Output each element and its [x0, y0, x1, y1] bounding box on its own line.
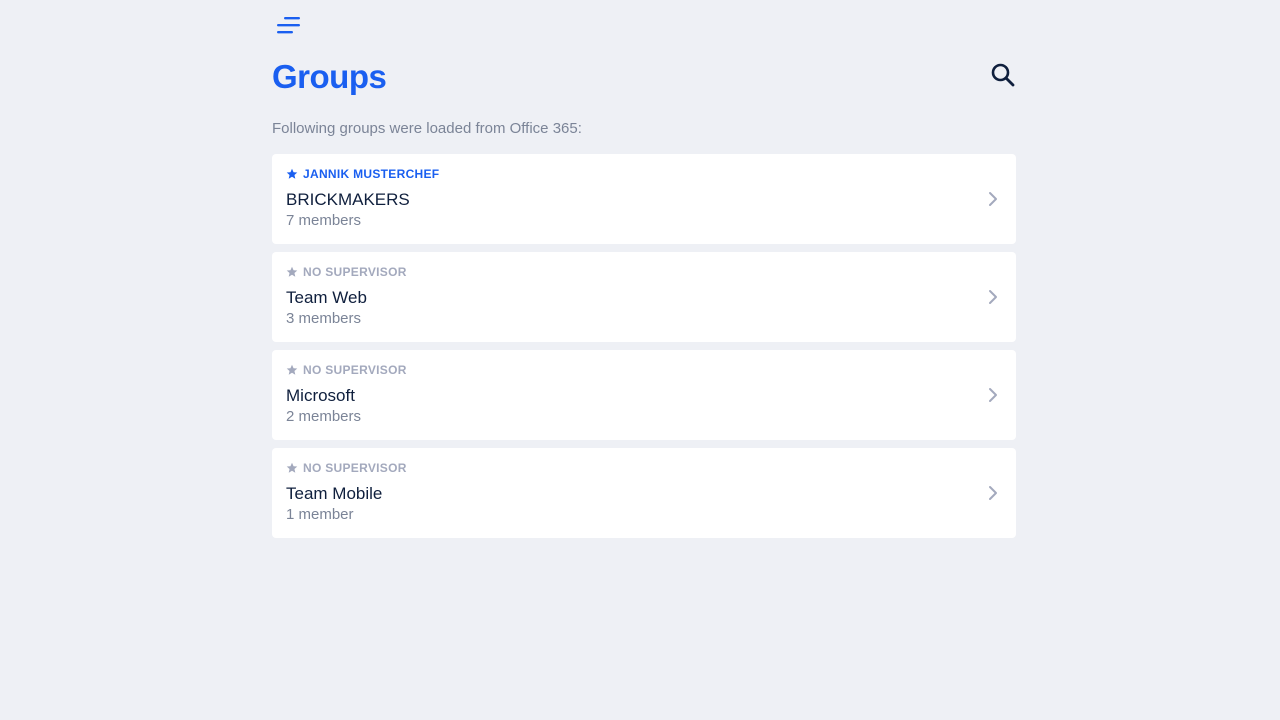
supervisor-label: NO SUPERVISOR [303, 363, 407, 377]
group-name: Microsoft [286, 386, 355, 405]
chevron-right-icon [988, 289, 998, 305]
member-count: 3 members [286, 310, 362, 327]
supervisor-label: JANNIK MUSTERCHEF [303, 167, 440, 181]
chevron-right-icon [988, 485, 998, 501]
group-card[interactable]: NO SUPERVISOR Team Web 3 members [272, 252, 1016, 342]
group-card[interactable]: JANNIK MUSTERCHEF BRICKMAKERS 7 members [272, 154, 1016, 244]
member-count: 1 member [286, 506, 354, 523]
star-icon [286, 168, 298, 180]
supervisor-row: NO SUPERVISOR [286, 265, 407, 279]
search-icon[interactable] [990, 62, 1016, 88]
group-name: Team Web [286, 288, 367, 307]
star-icon [286, 462, 298, 474]
group-card[interactable]: NO SUPERVISOR Microsoft 2 members [272, 350, 1016, 440]
supervisor-label: NO SUPERVISOR [303, 461, 407, 475]
menu-icon[interactable] [274, 14, 302, 40]
star-icon [286, 266, 298, 278]
star-icon [286, 364, 298, 376]
member-count: 2 members [286, 408, 362, 425]
group-list: JANNIK MUSTERCHEF BRICKMAKERS 7 members … [272, 154, 1016, 546]
groups-source-note: Following groups were loaded from Office… [272, 120, 582, 137]
supervisor-row: NO SUPERVISOR [286, 461, 407, 475]
supervisor-row: JANNIK MUSTERCHEF [286, 167, 439, 181]
supervisor-label: NO SUPERVISOR [303, 265, 407, 279]
page-title: Groups [272, 58, 387, 95]
chevron-right-icon [988, 191, 998, 207]
groups-page: Groups Following groups were loaded from… [272, 0, 1016, 720]
chevron-right-icon [988, 387, 998, 403]
group-card[interactable]: NO SUPERVISOR Team Mobile 1 member [272, 448, 1016, 538]
supervisor-row: NO SUPERVISOR [286, 363, 407, 377]
member-count: 7 members [286, 212, 362, 229]
group-name: BRICKMAKERS [286, 190, 410, 209]
group-name: Team Mobile [286, 484, 383, 503]
